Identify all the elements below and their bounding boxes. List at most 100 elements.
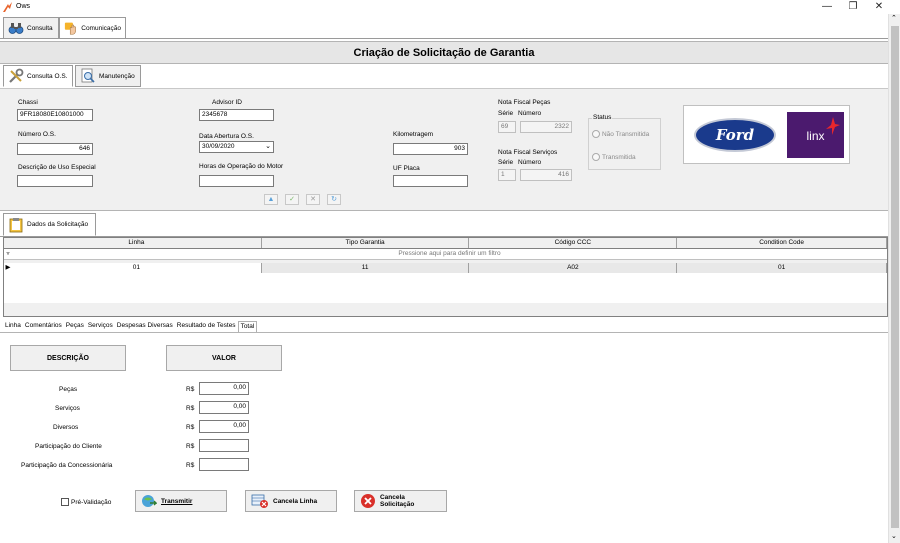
- vertical-scrollbar[interactable]: ⌃ ⌄: [888, 14, 900, 543]
- cancela-solicitacao-label: Cancela Solicitação: [379, 494, 415, 508]
- uf-placa-field[interactable]: [393, 175, 468, 187]
- tab-servicos[interactable]: Serviços: [86, 321, 115, 332]
- close-button[interactable]: ✕: [868, 0, 890, 14]
- nf-servicos-numero-field[interactable]: 416: [520, 169, 572, 181]
- scroll-down-icon[interactable]: ⌄: [891, 532, 897, 540]
- participacao-cliente-field[interactable]: [199, 439, 249, 452]
- advisor-field[interactable]: 2345678: [199, 109, 274, 121]
- tab-total[interactable]: Total: [237, 321, 258, 332]
- app-logo-icon: [3, 2, 12, 12]
- checkbox-icon: [61, 498, 69, 506]
- tab-pecas[interactable]: Peças: [64, 321, 86, 332]
- advisor-label: Advisor ID: [212, 99, 242, 106]
- tab-consulta-os[interactable]: Consulta O.S.: [3, 65, 73, 87]
- col-tipo-garantia-header[interactable]: Tipo Garantia: [262, 238, 470, 248]
- currency-label: R$: [186, 405, 195, 412]
- cell-codigo-ccc: A02: [469, 263, 678, 273]
- nav-cancel-button[interactable]: ✕: [306, 194, 320, 205]
- tools-icon: [9, 68, 24, 83]
- linx-logo-text: linx: [806, 129, 825, 143]
- col-condition-code-header[interactable]: Condition Code: [677, 238, 888, 248]
- status-nao-transmitida-label: Não Transmitida: [601, 130, 650, 138]
- nf-servicos-serie-field[interactable]: 1: [498, 169, 516, 181]
- total-servicos-field[interactable]: 0,00: [199, 401, 249, 414]
- tab-divider: [0, 38, 888, 39]
- nf-servicos-label: Nota Fiscal Serviços: [498, 149, 558, 156]
- ford-logo: Ford: [694, 118, 776, 152]
- participacao-concessionaria-field[interactable]: [199, 458, 249, 471]
- window-title: Ows: [16, 3, 30, 10]
- grid-header: Linha Tipo Garantia Código CCC Condition…: [4, 238, 888, 249]
- tab-manutencao-label: Manutenção: [99, 72, 135, 80]
- tab-despesas-diversas[interactable]: Despesas Diversas: [115, 321, 175, 332]
- tab-linha[interactable]: Linha: [3, 321, 23, 332]
- grid-empty-area: [4, 273, 887, 303]
- solicitacao-grid: Linha Tipo Garantia Código CCC Condition…: [3, 237, 888, 317]
- data-abertura-field[interactable]: 30/09/2020 ⌄: [199, 141, 274, 153]
- cancela-linha-button[interactable]: Cancela Linha: [245, 490, 337, 512]
- total-diversos-label: Diversos: [53, 424, 79, 431]
- linx-star-icon: [826, 117, 840, 135]
- data-abertura-label: Data Abertura O.S.: [199, 133, 254, 140]
- transmit-icon: [142, 495, 157, 507]
- nav-refresh-button[interactable]: ↻: [327, 194, 341, 205]
- scroll-up-icon[interactable]: ⌃: [891, 14, 897, 22]
- horas-operacao-label: Horas de Operação do Motor: [199, 163, 284, 170]
- total-pecas-field[interactable]: 0,00: [199, 382, 249, 395]
- uf-placa-label: UF Placa: [393, 165, 420, 172]
- divider: [0, 210, 888, 211]
- binoculars-icon: [8, 23, 24, 34]
- kilometragem-field[interactable]: 903: [393, 143, 468, 155]
- total-pecas-label: Peças: [59, 386, 78, 393]
- maximize-button[interactable]: ❐: [842, 0, 864, 14]
- data-abertura-value: 30/09/2020: [202, 143, 235, 150]
- hand-communication-icon: [64, 22, 76, 35]
- nav-up-button[interactable]: ▲: [264, 194, 278, 205]
- participacao-concessionaria-label: Participação da Concessionária: [21, 462, 113, 469]
- radio-icon: [592, 153, 600, 161]
- status-label: Status: [592, 114, 613, 121]
- kilometragem-label: Kilometragem: [393, 131, 434, 138]
- status-nao-transmitida-radio[interactable]: Não Transmitida: [592, 130, 649, 138]
- nf-pecas-label: Nota Fiscal Peças: [498, 99, 551, 106]
- nf-pecas-numero-label: Número: [518, 110, 542, 117]
- tab-comunicacao[interactable]: Comunicação: [59, 17, 126, 39]
- descricao-uso-label: Descrição de Uso Especial: [18, 164, 96, 171]
- status-transmitida-radio[interactable]: Transmitida: [592, 153, 636, 161]
- title-bar: Ows — ❐ ✕: [0, 0, 900, 14]
- cell-condition-code: 01: [677, 263, 887, 273]
- minimize-button[interactable]: —: [816, 0, 838, 14]
- nav-confirm-button[interactable]: ✓: [285, 194, 299, 205]
- numero-os-field[interactable]: 646: [17, 143, 93, 155]
- nf-pecas-numero-field[interactable]: 2322: [520, 121, 572, 133]
- chassi-field[interactable]: 9FR18080E10801000: [17, 109, 93, 121]
- nf-pecas-serie-field[interactable]: 69: [498, 121, 516, 133]
- chevron-down-icon[interactable]: ⌄: [265, 142, 271, 152]
- total-diversos-field[interactable]: 0,00: [199, 420, 249, 433]
- currency-label: R$: [186, 443, 195, 450]
- brand-logos-panel: Ford linx: [683, 105, 850, 164]
- tab-resultado-testes[interactable]: Resultado de Testes: [175, 321, 238, 332]
- col-codigo-ccc-header[interactable]: Código CCC: [469, 238, 678, 248]
- nf-pecas-serie-label: Série: [498, 110, 514, 117]
- tab-consulta[interactable]: Consulta: [3, 17, 59, 39]
- col-linha-header[interactable]: Linha: [12, 238, 262, 248]
- participacao-cliente-label: Participação do Cliente: [35, 443, 102, 450]
- cancela-solicitacao-button[interactable]: Cancela Solicitação: [354, 490, 447, 512]
- tab-manutencao[interactable]: Manutenção: [75, 65, 141, 87]
- filter-row[interactable]: ▿ Pressione aqui para definir um filtro: [4, 249, 887, 260]
- clipboard-icon: [9, 217, 23, 232]
- horas-operacao-field[interactable]: [199, 175, 274, 187]
- transmitir-button[interactable]: Transmitir: [135, 490, 227, 512]
- status-transmitida-label: Transmitida: [601, 153, 636, 161]
- cancel-row-icon: [251, 494, 268, 508]
- scrollbar-thumb[interactable]: [891, 26, 899, 528]
- pre-validacao-checkbox[interactable]: Pré-Validação: [61, 498, 111, 506]
- tab-comentarios[interactable]: Comentários: [23, 321, 64, 332]
- currency-label: R$: [186, 424, 195, 431]
- nf-servicos-serie-label: Série: [498, 159, 514, 166]
- tab-dados-solicitacao[interactable]: Dados da Solicitação: [3, 213, 96, 236]
- descricao-uso-field[interactable]: [17, 175, 93, 187]
- cell-tipo-garantia: 11: [261, 263, 470, 273]
- currency-label: R$: [186, 462, 195, 469]
